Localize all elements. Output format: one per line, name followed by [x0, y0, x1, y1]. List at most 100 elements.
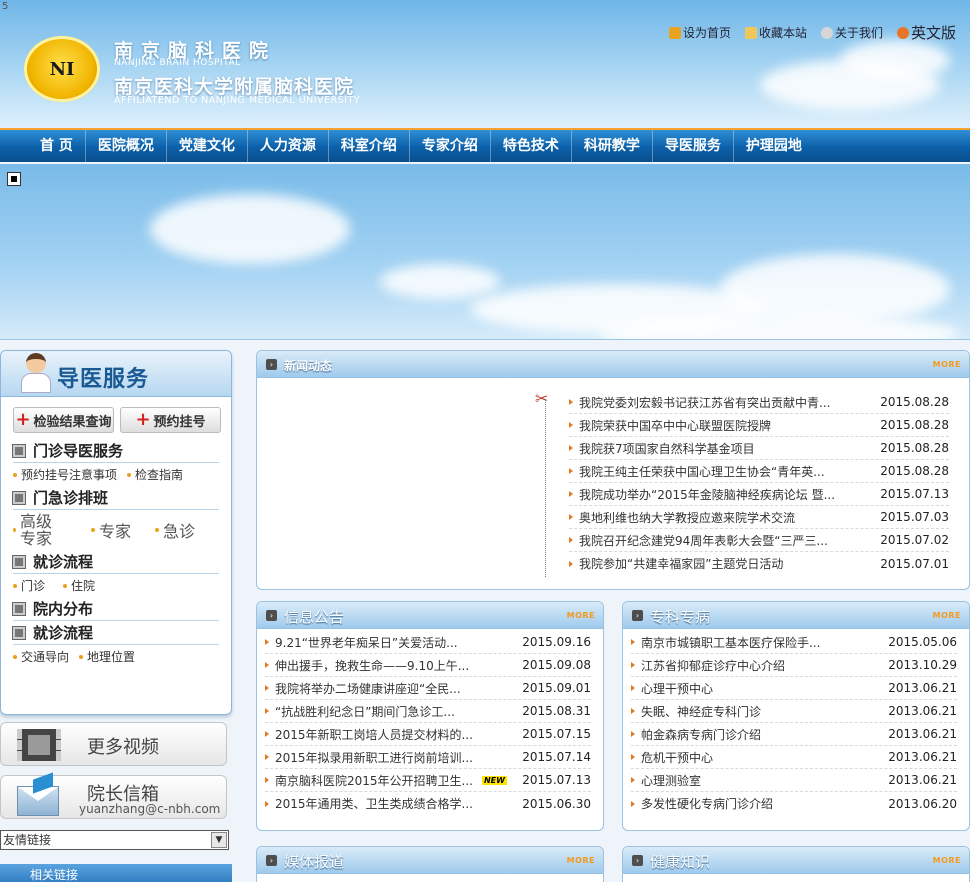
list-item[interactable]: 南京脑科医院2015年公开招聘卫生... NEW 2015.07.13: [265, 769, 591, 792]
link-appointment-notes[interactable]: 预约挂号注意事项: [13, 466, 117, 483]
lab-results-button[interactable]: + 检验结果查询: [13, 407, 114, 433]
nav-home[interactable]: 首 页: [28, 130, 86, 162]
square-bullet-icon: [13, 444, 25, 457]
health-panel: › 健康知识 MORE: [622, 846, 970, 882]
corner-mark: 5: [2, 1, 9, 12]
specialty-panel: › 专科专病 MORE 南京市城镇职工基本医疗保险手... 2015.05.06 …: [622, 601, 970, 831]
set-homepage-link[interactable]: 设为首页: [668, 22, 731, 43]
appointment-button[interactable]: + 预约挂号: [120, 407, 221, 433]
list-item[interactable]: 我院参加“共建幸福家园”主题党日活动 2015.07.01: [569, 552, 949, 575]
list-item[interactable]: 心理测验室 2013.06.21: [631, 769, 957, 792]
plus-icon: +: [135, 409, 151, 430]
section-process-2[interactable]: 就诊流程: [13, 621, 219, 645]
list-item[interactable]: 我院将举办二场健康讲座迎“全民... 2015.09.01: [265, 677, 591, 700]
square-bullet-icon: [13, 626, 25, 639]
list-item[interactable]: 江苏省抑郁症诊疗中心介绍 2013.10.29: [631, 654, 957, 677]
top-links: 设为首页 收藏本站 关于我们 英文版: [668, 22, 956, 43]
list-item[interactable]: 危机干预中心 2013.06.21: [631, 746, 957, 769]
news-panel: › 新闻动态 MORE ✂ 我院党委刘宏毅书记获江苏省有突出贡献中青... 201…: [256, 350, 970, 590]
arrow-right-icon: ›: [266, 359, 277, 370]
nav-party-culture[interactable]: 党建文化: [167, 130, 248, 162]
list-item[interactable]: 我院荣获中国卒中中心联盟医院授牌 2015.08.28: [569, 414, 949, 437]
link-exam-guide[interactable]: 检查指南: [127, 466, 183, 483]
list-item[interactable]: “抗战胜利纪念日”期间门急诊工... 2015.08.31: [265, 700, 591, 723]
president-mailbox-button[interactable]: 院长信箱 yuanzhang@c-nbh.com: [0, 772, 227, 819]
list-item[interactable]: 2015年通用类、卫生类成绩合格学... 2015.06.30: [265, 792, 591, 815]
list-item[interactable]: 我院获7项国家自然科学基金项目 2015.08.28: [569, 437, 949, 460]
link-inpatient[interactable]: 住院: [63, 577, 95, 594]
new-badge: NEW: [481, 775, 507, 785]
list-item[interactable]: 多发性硬化专病门诊介绍 2013.06.20: [631, 792, 957, 815]
nav-experts[interactable]: 专家介绍: [410, 130, 491, 162]
arrow-right-icon: ›: [266, 610, 277, 621]
news-more-link[interactable]: MORE: [933, 360, 961, 369]
list-item[interactable]: 我院王纯主任荣获中国心理卫生协会“青年英... 2015.08.28: [569, 460, 949, 483]
folder-icon: [744, 26, 757, 39]
specialty-title: 专科专病: [650, 608, 711, 626]
nav-technology[interactable]: 特色技术: [491, 130, 572, 162]
notice-panel: › 信息公告 MORE 9.21“世界老年痴呆日”关爱活动... 2015.09.…: [256, 601, 604, 831]
link-senior-experts[interactable]: 高级专家: [13, 513, 67, 547]
link-experts[interactable]: 专家: [91, 513, 131, 547]
link-location[interactable]: 地理位置: [79, 648, 135, 665]
notice-title: 信息公告: [284, 608, 345, 626]
media-more-link[interactable]: MORE: [567, 856, 595, 865]
list-item[interactable]: 帕金森病专病门诊介绍 2013.06.21: [631, 723, 957, 746]
phone-icon: [820, 26, 833, 39]
section-outpatient-guide[interactable]: 门诊导医服务: [13, 439, 219, 463]
hospital-logo[interactable]: NI: [24, 36, 100, 102]
site-header: 5 NI 南京脑科医院 NANJING BRAIN HOSPITAL 南京医科大…: [0, 0, 970, 128]
divider: [545, 399, 546, 577]
link-traffic[interactable]: 交通导向: [13, 648, 69, 665]
list-item[interactable]: 我院党委刘宏毅书记获江苏省有突出贡献中青... 2015.08.28: [569, 391, 949, 414]
nav-guide-service[interactable]: 导医服务: [653, 130, 734, 162]
chevron-down-icon[interactable]: ▼: [211, 832, 227, 848]
arrow-right-icon: ›: [632, 610, 643, 621]
health-more-link[interactable]: MORE: [933, 856, 961, 865]
nav-departments[interactable]: 科室介绍: [329, 130, 410, 162]
cloud-decoration: [380, 264, 500, 299]
cloud-decoration: [150, 194, 350, 264]
list-item[interactable]: 失眠、神经症专科门诊 2013.06.21: [631, 700, 957, 723]
nav-overview[interactable]: 医院概况: [86, 130, 167, 162]
cloud-decoration: [840, 40, 950, 80]
square-bullet-icon: [13, 555, 25, 568]
list-item[interactable]: 伸出援手，挽救生命——9.10上午... 2015.09.08: [265, 654, 591, 677]
english-version-link[interactable]: 英文版: [896, 22, 956, 43]
health-title: 健康知识: [650, 853, 711, 871]
nav-research[interactable]: 科研教学: [572, 130, 653, 162]
nav-nursing[interactable]: 护理园地: [734, 130, 814, 162]
list-item[interactable]: 9.21“世界老年痴呆日”关爱活动... 2015.09.16: [265, 631, 591, 654]
nurse-icon: [21, 353, 51, 393]
section-process[interactable]: 就诊流程: [13, 550, 219, 574]
section-schedule[interactable]: 门急诊排班: [13, 486, 219, 510]
list-item[interactable]: 我院召开纪念建党94周年表彰大会暨“三严三... 2015.07.02: [569, 529, 949, 552]
link-emergency[interactable]: 急诊: [155, 513, 195, 547]
media-title: 媒体报道: [284, 853, 345, 871]
link-outpatient[interactable]: 门诊: [13, 577, 45, 594]
media-panel: › 媒体报道 MORE: [256, 846, 604, 882]
bookmark-link[interactable]: 收藏本站: [744, 22, 807, 43]
related-links-header[interactable]: 相关链接: [0, 864, 232, 882]
about-link[interactable]: 关于我们: [820, 22, 883, 43]
guide-service-panel: 导医服务 + 检验结果查询 + 预约挂号 门诊导医服务 预约挂号注意事项 检查指南 …: [0, 350, 232, 715]
list-item[interactable]: 南京市城镇职工基本医疗保险手... 2015.05.06: [631, 631, 957, 654]
friend-links-select[interactable]: 友情链接 ▼: [0, 830, 229, 850]
film-icon: [17, 729, 61, 761]
list-item[interactable]: 心理干预中心 2013.06.21: [631, 677, 957, 700]
list-item[interactable]: 奥地利维也纳大学教授应邀来院学术交流 2015.07.03: [569, 506, 949, 529]
arrow-right-icon: ›: [266, 855, 277, 866]
list-item[interactable]: 我院成功举办“2015年金陵脑神经疾病论坛 暨... 2015.07.13: [569, 483, 949, 506]
list-item[interactable]: 2015年拟录用新职工进行岗前培训... 2015.07.14: [265, 746, 591, 769]
guide-title: 导医服务: [57, 367, 150, 392]
scissors-icon: ✂: [535, 389, 549, 408]
hospital-name-en: NANJING BRAIN HOSPITAL: [114, 58, 241, 68]
nav-hr[interactable]: 人力资源: [248, 130, 329, 162]
notice-more-link[interactable]: MORE: [567, 611, 595, 620]
banner-control[interactable]: [7, 172, 21, 186]
specialty-more-link[interactable]: MORE: [933, 611, 961, 620]
list-item[interactable]: 2015年新职工岗培人员提交材料的... 2015.07.15: [265, 723, 591, 746]
section-hospital-layout[interactable]: 院内分布: [13, 597, 219, 621]
square-bullet-icon: [13, 602, 25, 615]
more-videos-button[interactable]: 更多视频: [0, 722, 227, 766]
